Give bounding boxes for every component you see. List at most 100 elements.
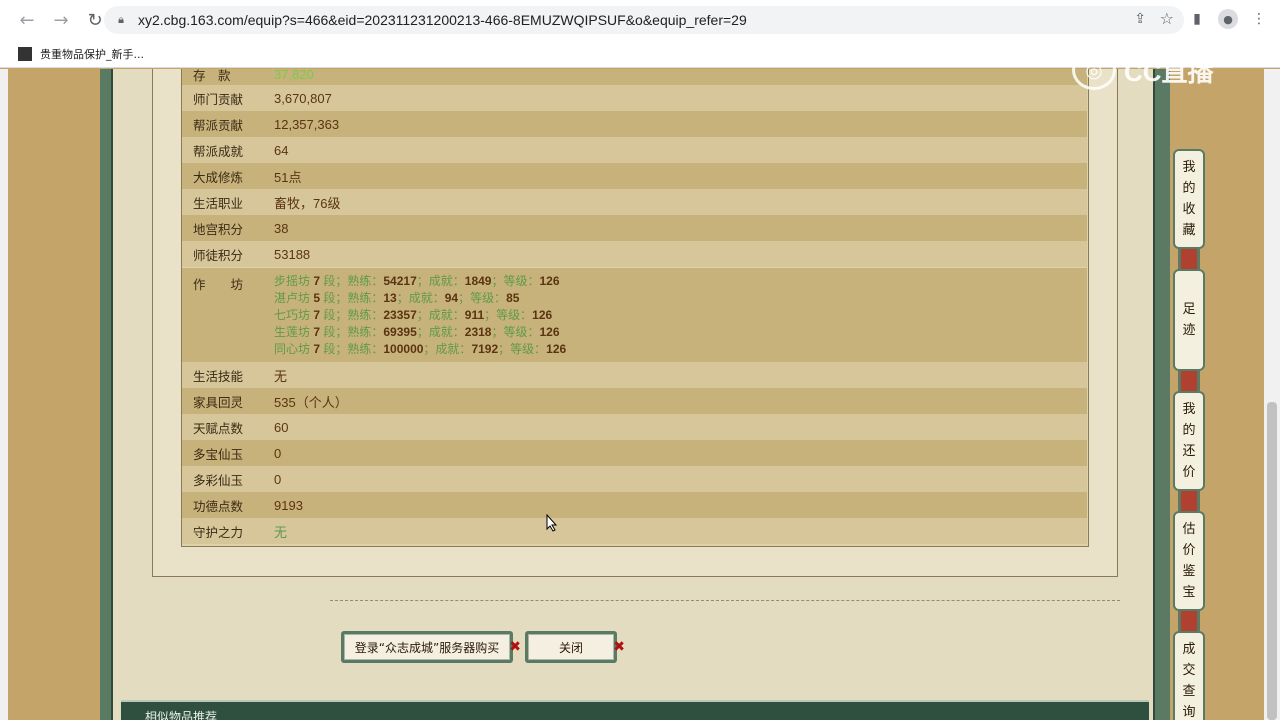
side-tab-char[interactable]: 询 [1182,702,1195,720]
workshop-text: ；等级： [491,274,540,288]
bookmark-item[interactable]: 贵重物品保护_新手... [18,46,144,62]
side-tab-char[interactable]: 收 [1182,199,1195,220]
side-tab-char[interactable]: 迹 [1182,320,1195,341]
workshop-text: 85 [506,291,520,305]
row-value: 0 [274,471,282,487]
row-label: 生活职业 [193,195,244,211]
workshop-text: 段；熟练： [320,325,384,339]
table-row: 守护之力 无 [182,518,1087,544]
row-value: 无 [274,368,288,384]
side-panel-icon[interactable]: ▮ [1186,8,1208,30]
scrollbar-thumb[interactable] [1267,402,1277,720]
row-label: 功德点数 [193,498,244,514]
table-row: 帮派成就 64 [182,137,1087,163]
workshop-text: ；等级： [458,291,507,305]
side-tab-char[interactable]: 的 [1182,420,1195,441]
row-label: 地宫积分 [193,221,244,237]
row-value: 64 [274,142,289,158]
table-row: 师徒积分 53188 [182,241,1087,267]
decor-knot-icon: ✖ [613,639,625,655]
workshop-text: 69395 [383,325,417,339]
watermark-logo: ◎ CC直播 [1072,50,1242,90]
workshop-text: 13 [383,291,397,305]
workshop-text: 126 [532,308,553,322]
row-label: 大成修炼 [193,169,244,185]
side-tab-char[interactable]: 鉴 [1182,561,1195,582]
lock-icon[interactable]: 🔒︎ [114,13,128,27]
bookmark-star-icon[interactable]: ☆ [1160,9,1174,28]
workshop-text: ；等级： [484,308,533,322]
side-tab-char[interactable]: 我 [1182,399,1195,420]
profile-avatar[interactable]: ● [1218,9,1238,29]
row-label: 多彩仙玉 [193,472,244,488]
table-row: 大成修炼 51点 [182,163,1087,189]
workshop-text: 23357 [383,308,417,322]
workshop-line: 同心坊 7 段；熟练：100000；成就：7192；等级：126 [274,341,566,358]
tab-connector [1178,249,1200,269]
table-row: 家具回灵 535（个人） [182,388,1087,414]
menu-kebab-icon[interactable]: ⋮ [1248,8,1270,30]
row-label: 帮派贡献 [193,117,244,133]
workshop-text: 步摇坊 [274,274,314,288]
mouse-cursor-icon [546,513,558,532]
side-tab-char[interactable]: 足 [1182,299,1195,320]
table-row: 功德点数 9193 [182,492,1087,518]
tab-connector [1178,491,1200,511]
workshop-text: 段；熟练： [320,291,384,305]
side-tab-char[interactable]: 我 [1182,157,1195,178]
side-tab-char[interactable]: 价 [1182,462,1195,483]
workshop-line: 湛卢坊 5 段；熟练：13；成就：94；等级：85 [274,290,566,307]
row-value: 9193 [274,497,303,513]
back-arrow-icon[interactable]: ← [12,5,42,35]
tab-footprint[interactable]: 足迹 [1173,269,1205,371]
login-buy-button-label[interactable]: 登录“众志成城”服务器购买 [344,634,510,660]
bookmark-label[interactable]: 贵重物品保护_新手... [40,46,144,62]
workshop-text: 段；熟练： [320,308,384,322]
side-tab-char[interactable]: 估 [1182,519,1195,540]
workshop-text: 126 [539,274,560,288]
workshop-line: 生莲坊 7 段；熟练：69395；成就：2318；等级：126 [274,324,566,341]
table-row: 天赋点数 60 [182,414,1087,440]
close-button[interactable]: 关闭 ✖ [525,631,625,663]
table-row: 师门贡献 3,670,807 [182,85,1087,111]
address-url[interactable]: xy2.cbg.163.com/equip?s=466&eid=20231123… [138,12,747,28]
side-tab-char[interactable]: 的 [1182,178,1195,199]
forward-arrow-icon[interactable]: → [46,5,76,35]
workshop-text: ；成就： [396,291,445,305]
address-bar[interactable]: 🔒︎ xy2.cbg.163.com/equip?s=466&eid=20231… [104,6,1184,34]
share-icon[interactable]: ⇪ [1134,11,1146,27]
workshop-text: 1849 [464,274,492,288]
workshop-text: ；等级： [498,342,547,356]
close-button-label[interactable]: 关闭 [528,634,614,660]
workshop-line: 步摇坊 7 段；熟练：54217；成就：1849；等级：126 [274,273,566,290]
tab-favorites[interactable]: 我的收藏 [1173,149,1205,249]
row-label: 师徒积分 [193,247,244,263]
workshop-text: ；成就： [416,308,465,322]
workshop-text: 126 [539,325,560,339]
side-tab-char[interactable]: 查 [1182,681,1195,702]
workshop-text: 54217 [383,274,417,288]
row-value: 51点 [274,169,302,185]
side-tab-char[interactable]: 藏 [1182,220,1195,241]
side-tab-char[interactable]: 还 [1182,441,1195,462]
row-value: 无 [274,524,288,540]
tab-my-counteroffer[interactable]: 我的还价 [1173,391,1205,491]
workshop-text: 生莲坊 [274,325,314,339]
bookmark-favicon-icon [18,46,32,61]
workshop-text: 100000 [383,342,424,356]
row-label: 多宝仙玉 [193,446,244,462]
workshop-text: 2318 [464,325,492,339]
workshop-row: 作 坊 步摇坊 7 段；熟练：54217；成就：1849；等级：126 湛卢坊 5… [182,268,1087,362]
side-tab-char[interactable]: 价 [1182,540,1195,561]
left-edge [0,69,8,720]
side-tab-char[interactable]: 宝 [1182,582,1195,603]
login-buy-button[interactable]: 登录“众志成城”服务器购买 ✖ [341,631,521,663]
tab-deal-query[interactable]: 成交查询 [1173,631,1205,720]
side-tab-char[interactable]: 交 [1182,660,1195,681]
table-row: 多宝仙玉 0 [182,440,1087,466]
tab-appraisal[interactable]: 估价鉴宝 [1173,511,1205,611]
table-row: 地宫积分 38 [182,215,1087,241]
side-tab-char[interactable]: 成 [1182,639,1195,660]
table-row: 帮派贡献 12,357,363 [182,111,1087,137]
divider [330,600,1120,601]
